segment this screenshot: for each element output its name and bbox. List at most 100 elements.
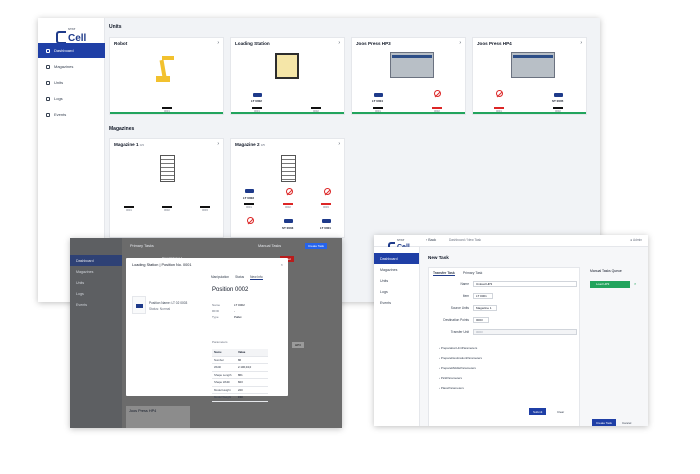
chevron-right-icon[interactable]: › xyxy=(338,40,340,46)
press-stripe xyxy=(513,55,553,58)
sidebar-item-units[interactable]: Units xyxy=(374,275,419,286)
bottom-card[interactable]: Joos Press HP4 xyxy=(126,406,190,428)
sidebar-item-dashboard[interactable]: Dashboard xyxy=(374,253,419,264)
parameters-table: Name Value Number 86 Width 2.100,04,0 Shape… xyxy=(212,349,268,402)
tab-transfer-task[interactable]: Transfer Task xyxy=(433,271,455,276)
tray-icon xyxy=(374,93,383,97)
parameters-label: Parameters xyxy=(212,340,228,344)
slot-bar xyxy=(283,203,293,205)
column-header: Value xyxy=(238,350,246,355)
accordion-item[interactable]: › PreparationUnitParameters xyxy=(439,346,477,350)
sidebar-item-logs[interactable]: Logs xyxy=(38,91,105,106)
tab-manipulation[interactable]: Manipulation xyxy=(211,275,229,280)
destination-points-select[interactable]: 0003 xyxy=(473,317,489,323)
hp3-card-peek: HP3 xyxy=(292,342,304,348)
sidebar-item-dashboard[interactable]: Dashboard xyxy=(70,255,122,266)
table-header: Name Value xyxy=(212,349,268,357)
close-icon[interactable]: × xyxy=(634,281,636,286)
chevron-right-icon[interactable]: › xyxy=(217,40,219,46)
slot-number: 0003 xyxy=(202,209,208,212)
press-stripe xyxy=(392,55,432,58)
unit-card-joos-press-hp3[interactable]: Joos Press HP3 › LT 0004 0001 0002 xyxy=(351,37,466,115)
sidebar-item-dashboard[interactable]: Dashboard xyxy=(38,43,105,58)
param-value: 861 xyxy=(238,372,243,377)
chevron-right-icon[interactable]: › xyxy=(459,40,461,46)
create-task-button[interactable]: Create Task xyxy=(592,419,616,426)
transfer-unit-select[interactable]: 0003 xyxy=(473,329,577,335)
submit-button[interactable]: Submit xyxy=(529,408,547,415)
chevron-right-icon[interactable]: › xyxy=(580,40,582,46)
tray-label: LT 0004 xyxy=(372,99,383,103)
magazine-card-1[interactable]: Magazine 1 0/3 › 0001 0002 0003 xyxy=(109,138,224,238)
sidebar-label: Dashboard xyxy=(54,48,74,53)
avatar: ● xyxy=(630,238,633,242)
sidebar-item-events[interactable]: Events xyxy=(374,297,419,308)
accordion-item[interactable]: › PickParameters xyxy=(439,376,462,380)
back-label: Back xyxy=(428,238,437,242)
modal-tabs: Manipulation Status New Info xyxy=(211,275,263,280)
slot-bar xyxy=(373,107,383,109)
unit-card-loading-station[interactable]: Loading Station › LT 0002 0001 0002 xyxy=(230,37,345,115)
position-heading: Position 0002 xyxy=(212,287,249,293)
logo-top: STAT xyxy=(397,238,405,242)
tray-label: ST 0003 xyxy=(282,226,294,230)
create-task-button[interactable]: Create Task xyxy=(305,243,327,249)
sidebar-label: Magazines xyxy=(54,64,74,69)
user-menu[interactable]: ● Admin xyxy=(630,238,642,242)
name-input[interactable]: Unload HP3 xyxy=(473,281,577,287)
dashboard-icon xyxy=(46,48,50,53)
tray-label: ST 0005 xyxy=(552,99,564,103)
modal-title: Loading Station | Position No. 0001 xyxy=(132,263,192,267)
chevron-right-icon[interactable]: › xyxy=(217,141,219,147)
accordion-label: PlaceParameters xyxy=(440,386,464,390)
sidebar-item-logs[interactable]: Logs xyxy=(70,288,122,299)
table-row: Shape Length 861 xyxy=(212,372,268,379)
page-title: New Task xyxy=(428,255,449,260)
param-value: 823 xyxy=(238,380,243,385)
position-dialog-window: Dashboard Magazines Units Logs Events Pr… xyxy=(70,238,342,428)
units-icon xyxy=(46,80,50,85)
field-label: Type xyxy=(212,315,219,319)
table-row: Model Height 220 xyxy=(212,387,268,394)
clear-button[interactable]: Clear xyxy=(553,408,568,415)
cancel-button[interactable]: Cancel xyxy=(618,419,635,426)
queue-item[interactable]: Load HP3 xyxy=(590,281,630,288)
back-button[interactable]: ‹ Back xyxy=(426,238,436,242)
tab-new-info[interactable]: New Info xyxy=(250,275,263,280)
status-bar xyxy=(473,112,586,114)
param-name: Model Weight xyxy=(214,395,232,400)
sidebar-item-units[interactable]: Units xyxy=(70,277,122,288)
new-task-window: STATCell ‹ Back Dashboard / New Task ● A… xyxy=(374,235,648,426)
blocked-icon xyxy=(247,217,254,224)
task-tabs: Transfer Task Primary Task xyxy=(433,271,482,276)
accordion-item[interactable]: › PrepareMiddleParameters xyxy=(439,366,476,370)
sidebar-item-magazines[interactable]: Magazines xyxy=(70,266,122,277)
tab-primary-task[interactable]: Primary Task xyxy=(463,271,483,276)
sidebar-item-events[interactable]: Events xyxy=(70,299,122,310)
source-units-select[interactable]: Magazine 1 xyxy=(473,305,497,311)
tab-status[interactable]: Status xyxy=(235,275,244,280)
item-select[interactable]: LT 0001 xyxy=(473,293,493,299)
sidebar-item-units[interactable]: Units xyxy=(38,75,105,90)
field-label: Source Units xyxy=(450,306,469,310)
manual-tasks-title: Manual Tasks xyxy=(258,244,282,248)
sidebar-item-magazines[interactable]: Magazines xyxy=(38,59,105,74)
sidebar-item-logs[interactable]: Logs xyxy=(374,286,419,297)
accordion-item[interactable]: › PrepareDestinationParameters xyxy=(439,356,482,360)
chevron-right-icon[interactable]: › xyxy=(338,141,340,147)
table-row: Number 86 xyxy=(212,357,268,364)
unit-card-joos-press-hp4[interactable]: Joos Press HP4 › ST 0005 0001 0002 xyxy=(472,37,587,115)
sidebar-item-magazines[interactable]: Magazines xyxy=(374,264,419,275)
magazine-card-2[interactable]: Magazine 2 3/5 › LT 0003 0001 0002 0003 … xyxy=(230,138,345,238)
tray-icon xyxy=(245,189,254,193)
accordion-item[interactable]: › PlaceParameters xyxy=(439,386,464,390)
units-section-title: Units xyxy=(109,24,122,30)
magazine-rack-image xyxy=(281,155,296,182)
magazine-count: 3/5 xyxy=(260,143,265,147)
field-label: RFID xyxy=(212,309,219,313)
sidebar-item-events[interactable]: Events xyxy=(38,107,105,122)
unit-card-robot[interactable]: Robot › 0001 xyxy=(109,37,224,115)
close-icon[interactable]: × xyxy=(281,262,283,267)
slot-bar xyxy=(162,107,172,109)
blocked-icon xyxy=(434,90,441,97)
